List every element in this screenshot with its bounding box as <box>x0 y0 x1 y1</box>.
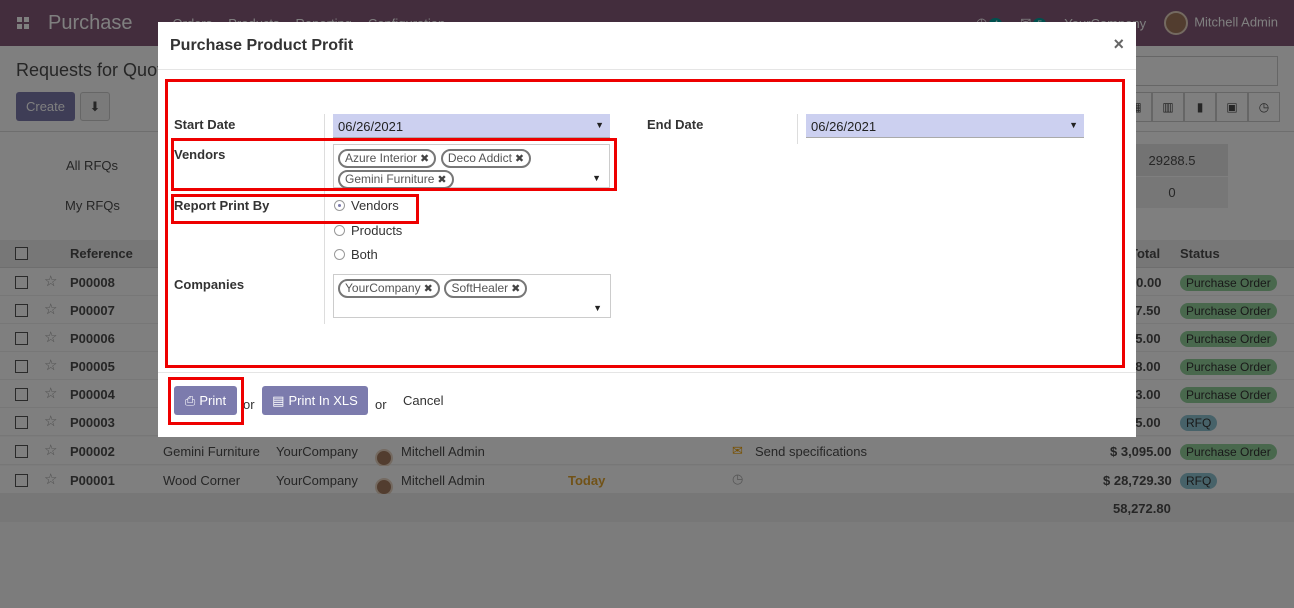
highlight-vendors <box>171 138 617 191</box>
or-text: or <box>243 397 255 412</box>
excel-file-icon: ▤ <box>272 392 285 408</box>
modal-footer: ⎙ Print or ▤ Print In XLS or Cancel <box>158 372 1136 437</box>
highlight-report-print-by <box>171 194 419 224</box>
close-icon[interactable]: × <box>1113 34 1124 55</box>
cancel-button[interactable]: Cancel <box>403 393 443 408</box>
highlight-print-button <box>168 377 244 425</box>
modal-title: Purchase Product Profit <box>170 37 354 54</box>
or-text: or <box>375 397 387 412</box>
print-xls-button[interactable]: ▤ Print In XLS <box>262 386 368 415</box>
modal-header: Purchase Product Profit × <box>158 22 1136 70</box>
